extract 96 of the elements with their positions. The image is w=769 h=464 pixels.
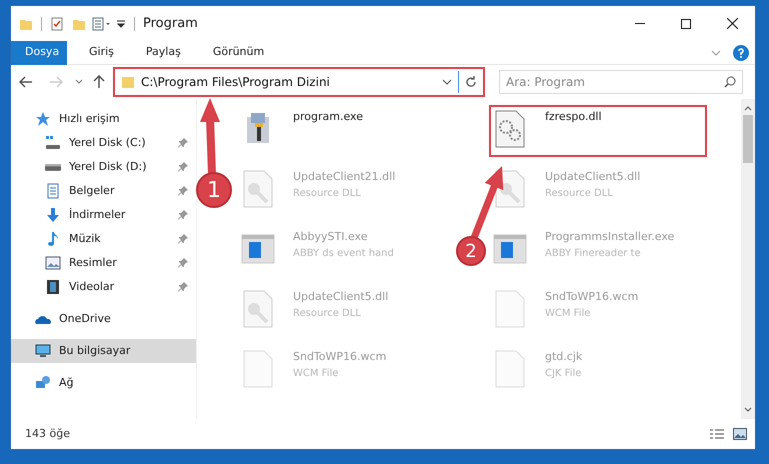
checklist-icon xyxy=(50,16,64,30)
blank-file-icon xyxy=(493,289,527,329)
file-name: ProgrammsInstaller.exe xyxy=(545,229,674,245)
properties-icon xyxy=(92,16,112,30)
refresh-icon[interactable] xyxy=(465,76,477,88)
file-type: WCM File xyxy=(545,306,592,320)
file-type: ABBY Finereader te xyxy=(545,246,642,260)
pin-icon xyxy=(178,210,188,220)
address-bar[interactable]: C:\Program Files\Program Dizini xyxy=(113,67,485,97)
file-name: fzrespo.dll xyxy=(545,109,602,125)
folder-icon xyxy=(121,75,135,89)
key-file-icon xyxy=(241,289,275,329)
file-name: program.exe xyxy=(293,109,363,125)
sidebar-item[interactable]: Hızlı erişim xyxy=(11,107,196,131)
gear-file-icon xyxy=(493,109,527,149)
blank-file-icon xyxy=(241,349,275,389)
file-type: ABBY ds event hand xyxy=(293,246,394,260)
sidebar-label: Videolar xyxy=(69,278,114,295)
monitor-icon xyxy=(35,343,51,359)
ribbon-tab[interactable]: Görünüm xyxy=(198,40,278,64)
file-name: AbbyySTI.exe xyxy=(293,229,368,245)
help-icon[interactable] xyxy=(733,44,749,60)
network-icon xyxy=(35,375,51,391)
file-type: Resource DLL xyxy=(293,306,362,320)
sidebar-label: Belgeler xyxy=(69,182,114,199)
sidebar-item[interactable]: Ağ xyxy=(11,371,196,395)
large-icons-view-icon[interactable] xyxy=(733,428,747,440)
sidebar-item[interactable]: Videolar xyxy=(11,275,196,299)
close-icon xyxy=(726,18,738,29)
document-icon xyxy=(45,183,61,199)
sidebar-item[interactable]: Yerel Disk (D:) xyxy=(11,155,196,179)
file-name: UpdateClient5.dll xyxy=(293,289,388,305)
sidebar-label: Yerel Disk (C:) xyxy=(69,134,146,151)
film-icon xyxy=(45,279,61,295)
file-type: Resource DLL xyxy=(545,186,614,200)
sidebar-item[interactable]: Belgeler xyxy=(11,179,196,203)
sidebar-item[interactable]: Müzik xyxy=(11,227,196,251)
sidebar-item[interactable]: Bu bilgisayar xyxy=(11,339,196,363)
sidebar-item[interactable]: Yerel Disk (C:) xyxy=(11,131,196,155)
pin-icon xyxy=(178,186,188,196)
blank-file-icon xyxy=(493,349,527,389)
sidebar-item[interactable]: İndirmeler xyxy=(11,203,196,227)
sidebar-item[interactable]: OneDrive xyxy=(11,307,196,331)
pin-icon xyxy=(178,138,188,148)
scroll-up-icon[interactable] xyxy=(744,105,752,111)
window-title: Program xyxy=(143,14,198,33)
file-name: SndToWP16.wcm xyxy=(545,289,638,305)
ribbon-tab[interactable]: Giriş xyxy=(75,40,128,64)
maximize-icon xyxy=(681,18,691,28)
expand-ribbon-icon[interactable] xyxy=(711,48,721,56)
key-file-icon xyxy=(241,169,275,209)
file-name: UpdateClient21.dll xyxy=(293,169,396,185)
picture-icon xyxy=(45,255,61,271)
scroll-thumb[interactable] xyxy=(743,115,753,163)
pin-icon xyxy=(178,282,188,292)
sidebar-label: Ağ xyxy=(59,374,74,391)
sidebar-label: Bu bilgisayar xyxy=(59,342,130,359)
file-name: SndToWP16.wcm xyxy=(293,349,386,365)
scroll-down-icon[interactable] xyxy=(744,407,752,413)
pin-icon xyxy=(178,234,188,244)
search-field[interactable]: Ara: Program xyxy=(499,70,743,94)
file-type: Resource DLL xyxy=(293,186,362,200)
search-icon xyxy=(724,76,736,88)
star-icon xyxy=(35,111,51,127)
details-view-icon[interactable] xyxy=(709,428,725,440)
item-count: 143 öğe xyxy=(25,426,70,442)
recent-locations-icon[interactable] xyxy=(75,79,83,85)
music-note-icon xyxy=(45,231,61,247)
sidebar-label: İndirmeler xyxy=(69,206,126,223)
up-arrow-icon[interactable] xyxy=(93,75,105,89)
dropdown-icon xyxy=(116,18,126,28)
file-item[interactable]: program.exe xyxy=(237,105,455,157)
ribbon-tab[interactable]: Paylaş xyxy=(132,40,195,64)
minimize-icon xyxy=(635,23,645,24)
back-arrow-icon[interactable] xyxy=(19,76,33,88)
file-item[interactable]: fzrespo.dll xyxy=(489,105,707,157)
file-type: WCM File xyxy=(293,366,340,380)
scrollbar[interactable] xyxy=(741,99,755,419)
address-path: C:\Program Files\Program Dizini xyxy=(141,74,331,91)
file-type: CJK File xyxy=(545,366,582,380)
download-icon xyxy=(45,207,61,223)
sidebar-item[interactable]: Resimler xyxy=(11,251,196,275)
dropdown-icon[interactable] xyxy=(442,79,452,85)
file-name: UpdateClient5.dll xyxy=(545,169,640,185)
sidebar-label: OneDrive xyxy=(59,310,111,327)
sidebar-label: Resimler xyxy=(69,254,117,271)
sidebar-label: Müzik xyxy=(69,230,101,247)
sidebar-label: Yerel Disk (D:) xyxy=(69,158,147,175)
file-name: gtd.cjk xyxy=(545,349,582,365)
sidebar-label: Hızlı erişim xyxy=(59,110,120,127)
ribbon-tab[interactable]: Dosya xyxy=(11,40,67,64)
pin-icon xyxy=(178,258,188,268)
search-input[interactable]: Ara: Program xyxy=(506,73,724,91)
drive-icon xyxy=(45,135,61,151)
pin-icon xyxy=(178,162,188,172)
drive-icon xyxy=(45,164,61,170)
